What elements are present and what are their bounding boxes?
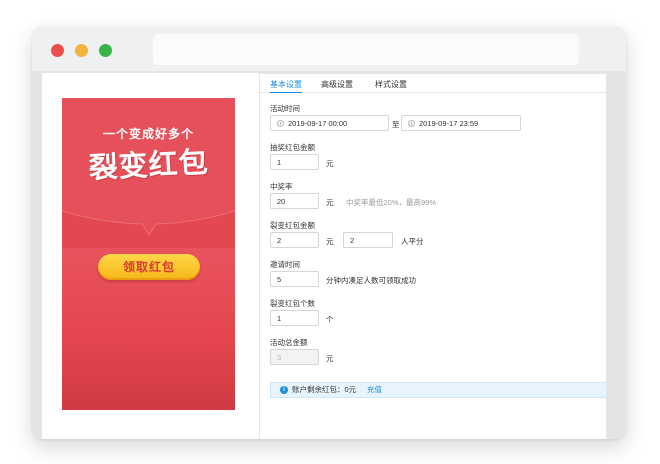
active-tab-indicator	[270, 92, 302, 93]
invite-time-label: 邀请时间	[270, 260, 300, 269]
total-amount-label: 活动总金额	[270, 338, 308, 347]
win-rate-input[interactable]: 20	[270, 193, 319, 209]
fission-count-label: 裂变红包个数	[270, 299, 315, 308]
activity-start-time-value: 2019-09-17 00:00	[288, 119, 348, 128]
total-amount-input: 3	[270, 349, 319, 365]
claim-packet-button[interactable]: 领取红包	[98, 254, 200, 280]
win-rate-label: 中奖率	[270, 182, 293, 191]
title-bar	[32, 27, 626, 71]
address-bar[interactable]	[153, 34, 579, 65]
info-icon: i	[280, 386, 288, 394]
activity-start-time-input[interactable]: 2019-09-17 00:00	[270, 115, 389, 131]
settings-panel: 基本设置 高级设置 样式设置 活动时间 2019-09-17 00:00 至 2…	[259, 73, 606, 439]
tab-divider	[260, 92, 606, 93]
packet-title: 裂变红包	[87, 146, 210, 186]
fission-count-input[interactable]: 1	[270, 310, 319, 326]
fission-amount-label: 裂变红包金额	[270, 221, 315, 230]
activity-time-label: 活动时间	[270, 104, 300, 113]
close-window-button[interactable]	[51, 44, 64, 57]
total-amount-unit: 元	[326, 354, 334, 363]
lottery-amount-unit: 元	[326, 159, 334, 168]
time-separator: 至	[392, 120, 400, 129]
balance-notice: i 账户剩余红包：0元 充值	[270, 382, 606, 398]
fission-people-input[interactable]: 2	[343, 232, 393, 248]
win-rate-hint: 中奖率最低20%，最高99%	[346, 198, 437, 207]
invite-time-hint: 分钟内凑足人数可领取成功	[326, 276, 416, 285]
fission-count-unit: 个	[326, 315, 334, 324]
tab-basic-settings[interactable]: 基本设置	[270, 79, 302, 90]
red-packet-preview: 一个变成好多个 裂变红包 领取红包	[62, 98, 235, 410]
fission-amount-input[interactable]: 2	[270, 232, 319, 248]
recharge-link[interactable]: 充值	[367, 383, 382, 397]
win-rate-unit: 元	[326, 198, 334, 207]
activity-end-time-input[interactable]: 2019-09-17 23:59	[401, 115, 521, 131]
fission-people-unit: 人平分	[401, 237, 424, 246]
invite-time-input[interactable]: 5	[270, 271, 319, 287]
browser-window: 一个变成好多个 裂变红包 领取红包 基本设置 高级设置 样式设置 活动时间 20…	[32, 27, 626, 439]
tab-advanced-settings[interactable]: 高级设置	[321, 79, 353, 90]
maximize-window-button[interactable]	[99, 44, 112, 57]
clock-icon	[408, 120, 415, 127]
lottery-amount-input[interactable]: 1	[270, 154, 319, 170]
tab-style-settings[interactable]: 样式设置	[375, 79, 407, 90]
balance-text: 账户剩余红包：0元	[292, 385, 357, 394]
minimize-window-button[interactable]	[75, 44, 88, 57]
fission-amount-unit: 元	[326, 237, 334, 246]
clock-icon	[277, 120, 284, 127]
page-content: 一个变成好多个 裂变红包 领取红包 基本设置 高级设置 样式设置 活动时间 20…	[42, 73, 606, 439]
lottery-amount-label: 抽奖红包金额	[270, 143, 315, 152]
activity-end-time-value: 2019-09-17 23:59	[419, 119, 479, 128]
